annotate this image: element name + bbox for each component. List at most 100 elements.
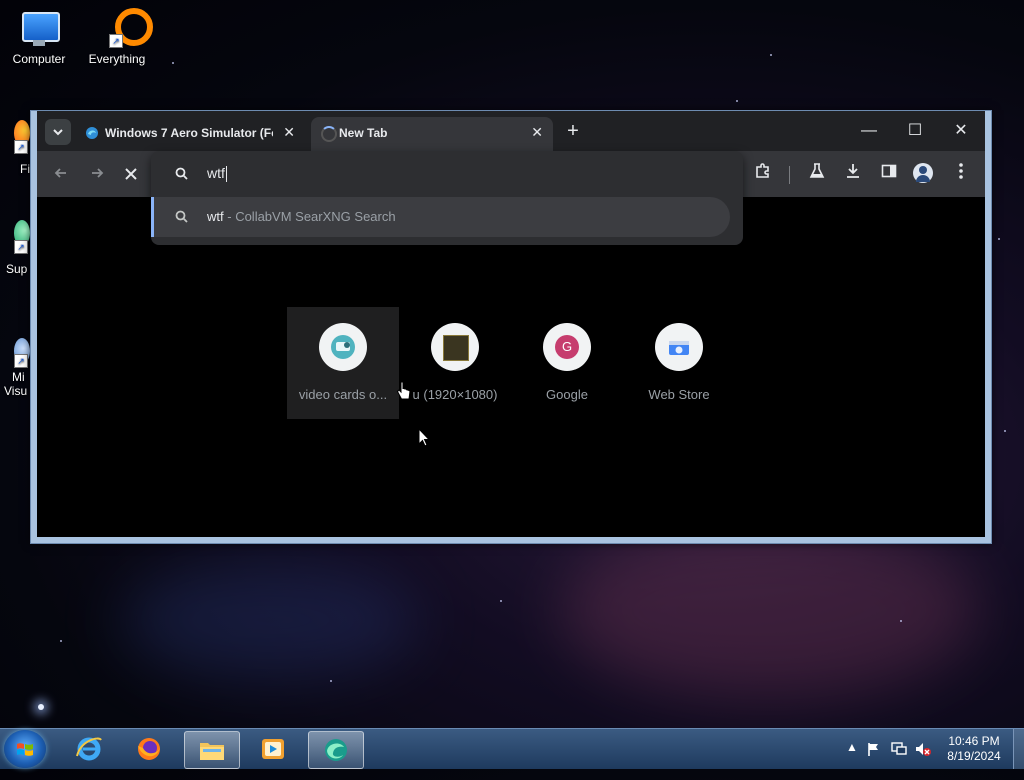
star — [900, 620, 902, 622]
back-button[interactable] — [47, 161, 75, 187]
omnibox-input[interactable]: wtf — [151, 151, 743, 197]
firefox-icon — [138, 738, 160, 760]
folder-icon — [200, 743, 224, 760]
star — [770, 54, 772, 56]
star — [998, 238, 1000, 240]
taskbar: ▲ 10:46 PM 8/19/2024 — [0, 728, 1024, 769]
shortcut-label: Google — [546, 387, 588, 402]
shortcut-tile[interactable]: video cards o... — [287, 307, 399, 419]
labs-button[interactable] — [805, 162, 829, 186]
desktop-icon-partial[interactable]: ↗ Fi — [0, 118, 30, 176]
clock-date: 8/19/2024 — [947, 749, 1001, 763]
close-window-button[interactable]: ✕ — [941, 117, 981, 145]
taskbar-media-player[interactable] — [246, 731, 300, 767]
desktop-icon-label: Mi — [12, 370, 25, 384]
downloads-button[interactable] — [841, 162, 865, 186]
suggestion-text: wtf - CollabVM SearXNG Search — [207, 209, 396, 224]
tab-windows7-aero-simulator[interactable]: Windows 7 Aero Simulator (Fo ✕ — [77, 117, 305, 151]
shortcut-favicon — [655, 323, 703, 371]
profile-avatar[interactable] — [913, 163, 933, 183]
search-icon — [175, 167, 188, 180]
browser-app-icon — [325, 739, 347, 761]
forward-button[interactable] — [83, 161, 111, 187]
internet-explorer-icon — [76, 737, 102, 761]
tab-title: Windows 7 Aero Simulator (Fo — [105, 126, 273, 140]
nebula-glow — [120, 560, 420, 680]
suggestion-separator: - — [223, 209, 236, 224]
star — [330, 680, 332, 682]
omnibox-suggestion[interactable]: wtf - CollabVM SearXNG Search — [151, 197, 730, 237]
extensions-button[interactable] — [751, 162, 775, 186]
shortcut-tile[interactable]: u (1920×1080) — [399, 307, 511, 419]
taskbar-file-explorer[interactable] — [184, 731, 240, 769]
start-button[interactable] — [4, 730, 46, 768]
arrow-right-icon — [92, 168, 104, 178]
star — [60, 640, 62, 642]
computer-icon — [19, 8, 60, 48]
arrow-left-icon — [54, 168, 66, 178]
side-panel-button[interactable] — [877, 162, 901, 186]
firefox-shortcut-icon: ↗ — [0, 118, 30, 158]
browser-toolbar: wtf wtf - CollabVM SearXNG Search — [37, 151, 985, 245]
tray-overflow-button[interactable]: ▲ — [846, 740, 858, 780]
shortcut-favicon — [319, 323, 367, 371]
desktop-icon-everything[interactable]: ↗ Everything — [81, 8, 153, 66]
star — [500, 600, 502, 602]
clock-time: 10:46 PM — [948, 734, 1000, 748]
google-letter-icon: G — [555, 335, 579, 359]
desktop-icon-label: Computer — [12, 52, 66, 66]
omnibox-popup: wtf wtf - CollabVM SearXNG Search — [151, 151, 743, 245]
app-shortcut-icon: ↗ — [0, 218, 30, 258]
taskbar-firefox[interactable] — [122, 731, 176, 767]
side-panel-icon — [881, 164, 897, 178]
hand-cursor-icon — [396, 381, 411, 400]
chevron-down-icon — [53, 129, 63, 136]
stop-loading-button[interactable] — [117, 161, 145, 187]
shortcut-tile[interactable]: G Google — [511, 307, 623, 419]
puzzle-icon — [756, 163, 769, 178]
star — [172, 62, 174, 64]
tab-close-button[interactable]: ✕ — [283, 124, 295, 141]
desktop-icon-label: Everything — [88, 52, 146, 66]
minimize-button[interactable]: — — [849, 117, 889, 145]
system-clock[interactable]: 10:46 PM 8/19/2024 — [936, 734, 1012, 764]
desktop-icon-partial[interactable]: ↗ Mi Visu — [0, 336, 30, 398]
arrow-cursor-icon — [418, 428, 430, 447]
flask-icon — [809, 163, 825, 178]
volume-muted-icon[interactable] — [914, 741, 932, 757]
tab-search-button[interactable] — [45, 119, 71, 145]
star — [736, 100, 738, 102]
tab-close-button[interactable]: ✕ — [531, 124, 543, 141]
taskbar-internet-explorer[interactable] — [62, 731, 116, 767]
loading-spinner-icon — [321, 126, 337, 142]
kebab-menu-icon — [959, 163, 963, 179]
omnibox-text: wtf — [207, 165, 225, 181]
network-icon[interactable] — [890, 741, 908, 757]
shortcut-label: video cards o... — [298, 387, 388, 402]
star — [1004, 430, 1006, 432]
close-icon — [125, 168, 137, 180]
desktop-icon-partial[interactable]: ↗ Sup — [0, 218, 30, 276]
video-card-favicon-icon — [331, 335, 355, 359]
action-center-flag-icon[interactable] — [866, 741, 882, 757]
new-tab-button[interactable]: + — [559, 117, 587, 145]
menu-button[interactable] — [949, 162, 973, 186]
media-player-icon — [262, 739, 284, 759]
tab-strip: Windows 7 Aero Simulator (Fo ✕ New Tab ✕… — [37, 111, 985, 151]
maximize-button[interactable]: ☐ — [895, 117, 935, 145]
toolbar-separator — [789, 166, 790, 184]
taskbar-browser[interactable] — [308, 731, 364, 769]
windows-logo-icon — [17, 743, 33, 756]
show-desktop-button[interactable] — [1013, 729, 1024, 769]
desktop-icon-computer[interactable]: Computer — [3, 8, 75, 66]
web-store-icon — [669, 341, 689, 355]
shortcut-favicon — [431, 323, 479, 371]
search-icon — [175, 210, 188, 223]
shortcut-tile[interactable]: Web Store — [623, 307, 735, 419]
shortcut-label: u (1920×1080) — [412, 387, 498, 402]
tab-new-tab[interactable]: New Tab ✕ — [311, 117, 553, 151]
desktop-icon-label: Sup — [6, 262, 28, 276]
edge-favicon-icon — [86, 127, 98, 139]
tab-title: New Tab — [339, 126, 388, 140]
browser-window: Windows 7 Aero Simulator (Fo ✕ New Tab ✕… — [30, 110, 992, 544]
